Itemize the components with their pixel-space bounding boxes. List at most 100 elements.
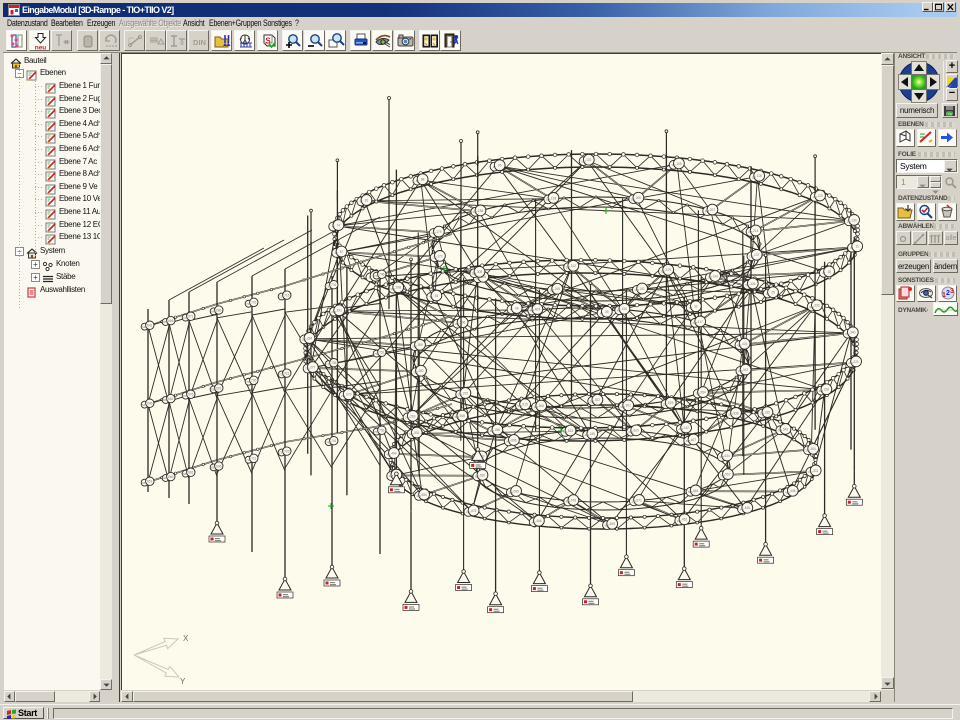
svg-text:702: 702 [246, 302, 251, 306]
svg-text:676: 676 [188, 393, 194, 397]
svg-text:757: 757 [374, 430, 379, 434]
svg-text:620: 620 [634, 429, 640, 433]
svg-text:334: 334 [809, 305, 814, 309]
svg-text:291: 291 [337, 309, 343, 313]
svg-text:565: 565 [688, 490, 693, 494]
svg-text:459: 459 [610, 522, 616, 526]
svg-text:355: 355 [695, 392, 700, 396]
svg-text:707: 707 [246, 380, 251, 384]
svg-text:284: 284 [307, 336, 313, 340]
svg-text:75: 75 [332, 225, 335, 229]
svg-text:516: 516 [517, 404, 522, 408]
svg-text:25: 25 [771, 291, 775, 295]
svg-text:68: 68 [335, 251, 338, 255]
svg-text:81: 81 [365, 198, 369, 202]
svg-text:747: 747 [374, 274, 379, 278]
svg-text:752: 752 [374, 352, 379, 356]
svg-text:200: 200 [636, 196, 642, 200]
svg-text:46: 46 [515, 306, 519, 310]
svg-text:26: 26 [766, 292, 769, 296]
svg-text:647: 647 [142, 403, 147, 407]
svg-text:S: S [265, 37, 271, 46]
svg-text:362: 362 [621, 405, 626, 409]
svg-text:687: 687 [211, 310, 216, 314]
svg-text:341: 341 [845, 332, 850, 336]
svg-text:207: 207 [710, 208, 716, 212]
svg-text:18: 18 [827, 270, 831, 274]
svg-text:neu: neu [35, 45, 47, 52]
svg-text:53: 53 [435, 294, 439, 298]
svg-text:278: 278 [305, 367, 310, 371]
svg-text:12: 12 [850, 246, 853, 250]
svg-text:222: 222 [848, 361, 853, 365]
svg-text:593: 593 [475, 475, 480, 479]
svg-text:661: 661 [168, 397, 174, 401]
svg-text:123: 123 [817, 194, 823, 198]
svg-text:347: 347 [743, 368, 749, 372]
svg-text:271: 271 [341, 394, 346, 398]
svg-text:249: 249 [590, 432, 596, 436]
svg-text:194: 194 [546, 198, 551, 202]
svg-text:228: 228 [824, 388, 830, 392]
svg-text:672: 672 [183, 316, 188, 320]
svg-text:390: 390 [412, 344, 417, 348]
svg-text:425: 425 [737, 343, 742, 347]
svg-text:382: 382 [418, 369, 424, 373]
svg-text:263: 263 [410, 414, 416, 418]
svg-text:320: 320 [661, 269, 666, 273]
svg-text:236: 236 [760, 412, 765, 416]
svg-text:742: 742 [326, 440, 331, 444]
svg-text:722: 722 [279, 373, 284, 377]
svg-text:530: 530 [663, 402, 668, 406]
svg-text:481: 481 [416, 494, 421, 498]
svg-text:403: 403 [535, 308, 541, 312]
svg-text:277: 277 [310, 366, 316, 370]
svg-text:592: 592 [480, 473, 486, 477]
svg-text:179: 179 [436, 230, 442, 234]
svg-text:536: 536 [733, 411, 739, 415]
svg-text:613: 613 [568, 429, 574, 433]
svg-text:389: 389 [417, 343, 423, 347]
svg-text:221: 221 [853, 360, 859, 364]
svg-text:515: 515 [522, 403, 528, 407]
svg-text:Y: Y [180, 677, 186, 686]
svg-text:452: 452 [682, 518, 688, 522]
svg-text:173: 173 [432, 256, 437, 260]
svg-text:543: 543 [783, 427, 789, 431]
svg-text:751: 751 [379, 351, 385, 355]
svg-text:40: 40 [600, 311, 603, 315]
svg-text:727: 727 [279, 451, 284, 455]
svg-text:299: 299 [391, 287, 396, 291]
svg-text:712: 712 [246, 458, 251, 462]
svg-text:701: 701 [251, 301, 257, 305]
svg-text:242: 242 [683, 426, 689, 430]
svg-text:313: 313 [566, 265, 571, 269]
svg-text:327: 327 [745, 283, 750, 287]
svg-text:32: 32 [694, 305, 698, 309]
svg-text:82: 82 [360, 200, 363, 204]
svg-text:130: 130 [851, 218, 857, 222]
svg-text:319: 319 [666, 268, 672, 272]
svg-text:417: 417 [698, 320, 704, 324]
svg-text:340: 340 [850, 331, 856, 335]
svg-text:494: 494 [391, 451, 397, 455]
svg-text:DIN: DIN [193, 38, 206, 47]
svg-text:151: 151 [639, 287, 645, 291]
svg-text:667: 667 [163, 476, 168, 480]
svg-text:172: 172 [437, 254, 443, 258]
svg-text:270: 270 [346, 393, 352, 397]
svg-text:501: 501 [414, 431, 420, 435]
svg-text:692: 692 [211, 388, 216, 392]
svg-text:606: 606 [511, 438, 517, 442]
svg-text:488: 488 [389, 474, 394, 478]
svg-text:621: 621 [629, 430, 634, 434]
svg-text:657: 657 [163, 320, 168, 324]
svg-text:480: 480 [421, 493, 427, 497]
svg-text:39: 39 [605, 310, 609, 314]
svg-text:19: 19 [822, 271, 825, 275]
svg-text:102: 102 [586, 158, 592, 162]
svg-text:110: 110 [671, 163, 676, 167]
svg-text:138: 138 [749, 254, 754, 258]
svg-text:215: 215 [748, 230, 753, 234]
svg-text:11: 11 [856, 245, 860, 249]
